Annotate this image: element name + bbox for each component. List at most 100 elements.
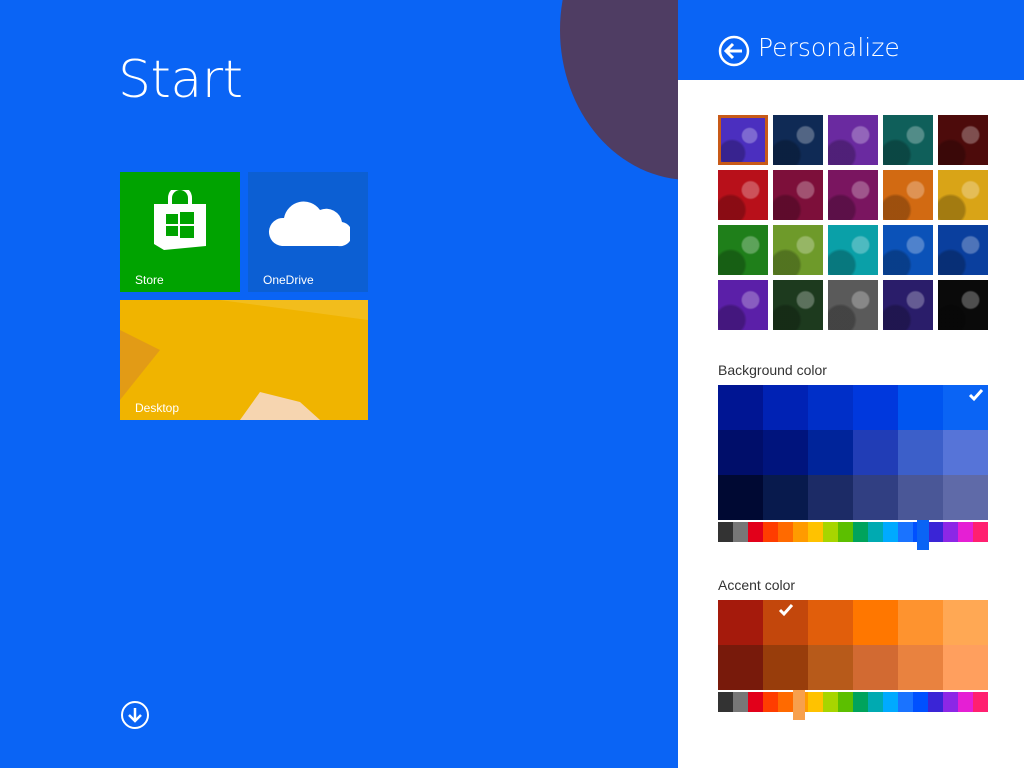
background-pattern-thumb[interactable] [773,115,823,165]
background-swoosh [560,0,678,180]
background-pattern-thumb[interactable] [718,115,768,165]
accent-color-swatch[interactable] [763,645,808,690]
background-pattern-thumb[interactable] [773,280,823,330]
background-pattern-thumb[interactable] [773,225,823,275]
background-color-swatch[interactable] [763,475,808,520]
hue-stop[interactable] [838,692,853,712]
hue-stop[interactable] [763,692,778,712]
accent-color-swatch[interactable] [808,645,853,690]
cloud-icon [268,201,350,247]
background-color-swatch[interactable] [808,430,853,475]
background-pattern-thumb[interactable] [938,170,988,220]
background-pattern-thumb[interactable] [828,170,878,220]
background-color-swatch[interactable] [808,475,853,520]
hue-stop[interactable] [823,522,838,542]
background-hue-slider[interactable] [718,522,988,542]
hue-stop[interactable] [838,522,853,542]
background-color-swatch[interactable] [853,430,898,475]
accent-color-swatch[interactable] [943,600,988,645]
hue-stop[interactable] [883,522,898,542]
background-pattern-thumb[interactable] [828,280,878,330]
background-color-swatch[interactable] [943,475,988,520]
hue-stop[interactable] [943,692,958,712]
background-color-swatch[interactable] [898,430,943,475]
background-color-swatch[interactable] [853,475,898,520]
checkmark-icon [778,604,794,617]
background-pattern-thumb[interactable] [718,280,768,330]
hue-stop[interactable] [868,692,883,712]
background-color-swatch[interactable] [718,385,763,430]
accent-color-swatch[interactable] [943,645,988,690]
background-pattern-thumb[interactable] [718,170,768,220]
hue-stop[interactable] [808,692,823,712]
hue-stop[interactable] [763,522,778,542]
back-arrow-icon[interactable] [718,35,750,67]
hue-stop[interactable] [823,692,838,712]
accent-color-swatch[interactable] [763,600,808,645]
background-color-swatch[interactable] [943,430,988,475]
accent-color-swatch[interactable] [898,645,943,690]
background-color-swatch[interactable] [898,385,943,430]
background-color-swatch[interactable] [718,430,763,475]
hue-stop[interactable] [853,692,868,712]
background-color-swatch[interactable] [763,430,808,475]
accent-color-swatch[interactable] [718,645,763,690]
desktop-tile[interactable]: Desktop [120,300,368,420]
hue-stop[interactable] [778,692,793,712]
background-color-swatch[interactable] [943,385,988,430]
hue-stop[interactable] [748,522,763,542]
hue-stop[interactable] [733,692,748,712]
hue-stop[interactable] [808,522,823,542]
down-arrow-circle-icon[interactable] [120,700,150,730]
accent-hue-thumb[interactable] [793,690,805,720]
background-pattern-thumb[interactable] [828,115,878,165]
hue-stop[interactable] [793,522,808,542]
background-color-swatch[interactable] [898,475,943,520]
background-color-swatch[interactable] [853,385,898,430]
hue-stop[interactable] [958,692,973,712]
background-pattern-thumb[interactable] [883,170,933,220]
store-tile[interactable]: Store [120,172,240,292]
hue-stop[interactable] [943,522,958,542]
background-color-swatch[interactable] [808,385,853,430]
accent-color-swatch[interactable] [718,600,763,645]
hue-stop[interactable] [973,692,988,712]
background-pattern-thumb[interactable] [938,115,988,165]
background-pattern-thumb[interactable] [883,115,933,165]
accent-color-swatch[interactable] [853,645,898,690]
hue-stop[interactable] [928,522,943,542]
accent-color-swatch[interactable] [853,600,898,645]
background-color-swatch[interactable] [718,475,763,520]
hue-stop[interactable] [883,692,898,712]
hue-stop[interactable] [733,522,748,542]
background-pattern-thumb[interactable] [828,225,878,275]
background-hue-thumb[interactable] [917,520,930,550]
hue-stop[interactable] [973,522,988,542]
hue-stop[interactable] [898,522,913,542]
accent-hue-slider[interactable] [718,692,988,712]
background-pattern-thumb[interactable] [773,170,823,220]
background-color-swatch[interactable] [763,385,808,430]
background-pattern-thumb[interactable] [718,225,768,275]
background-pattern-thumb[interactable] [938,280,988,330]
hue-stop[interactable] [928,692,943,712]
accent-color-swatch[interactable] [898,600,943,645]
hue-stop[interactable] [853,522,868,542]
accent-color-label: Accent color [718,577,796,593]
background-pattern-thumb[interactable] [883,280,933,330]
hue-stop[interactable] [778,522,793,542]
panel-title: Personalize [758,33,900,62]
start-screen: Start Store OneDrive Desktop [0,0,678,768]
panel-header: Personalize [678,0,1024,80]
background-pattern-thumb[interactable] [938,225,988,275]
accent-color-swatch[interactable] [808,600,853,645]
hue-stop[interactable] [913,692,928,712]
hue-stop[interactable] [898,692,913,712]
hue-stop[interactable] [718,692,733,712]
hue-stop[interactable] [748,692,763,712]
hue-stop[interactable] [868,522,883,542]
hue-stop[interactable] [958,522,973,542]
background-pattern-thumb[interactable] [883,225,933,275]
hue-stop[interactable] [718,522,733,542]
onedrive-tile[interactable]: OneDrive [248,172,368,292]
